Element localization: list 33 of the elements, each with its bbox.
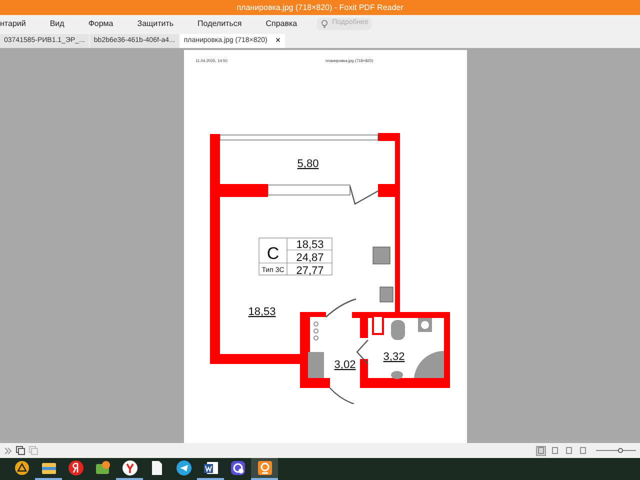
page-view-button[interactable] [550,446,560,456]
page-view-button[interactable] [578,446,588,456]
room-area-label: 3,32 [382,351,404,363]
light-bulb-icon [321,20,328,28]
menu-item[interactable]: Поделиться [186,18,254,30]
wallet-icon [94,460,110,476]
paper-plane-icon [176,460,192,476]
taskbar-app-button[interactable] [251,458,278,480]
menu-item[interactable]: нтарий [0,18,38,30]
menu-item[interactable]: Форма [76,18,126,30]
document-w-icon [202,460,218,476]
menu-item[interactable]: Защитить [125,18,186,30]
zoom-thumb[interactable] [618,448,623,453]
page-view-button[interactable] [536,446,546,456]
document-seal-icon [256,460,272,476]
close-icon[interactable]: × [275,34,281,48]
page-view-button[interactable] [564,446,574,456]
browser-icon [122,460,138,476]
room-area-label: 3,02 [334,359,356,371]
room-area-label: 18,53 [248,306,276,318]
menu-item[interactable]: Справка [254,18,310,30]
room-area-label: 5,80 [296,158,318,170]
circle-badge-icon [230,460,246,476]
apartment-type-letter: С [266,244,279,263]
area-value: 24,87 [296,252,324,264]
zoom-slider[interactable] [596,448,636,454]
window-title: планировка.jpg (718×820) - Foxit PDF Reader [236,2,404,14]
taskbar-app-button[interactable] [116,458,143,480]
folder-icon [40,460,56,476]
area-value: 18,53 [296,239,324,251]
menu-item[interactable]: Вид [38,18,76,30]
area-value: 27,77 [296,265,324,277]
round-letter-icon [68,460,84,476]
